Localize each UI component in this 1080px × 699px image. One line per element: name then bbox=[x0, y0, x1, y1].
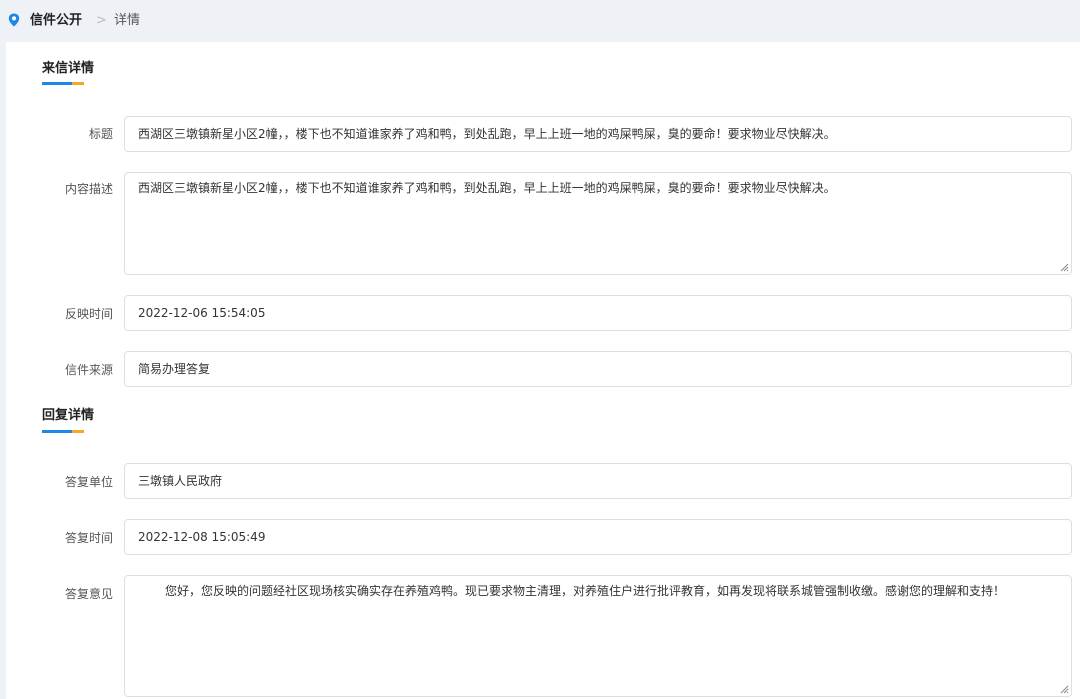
report-time-label: 反映时间 bbox=[64, 307, 113, 321]
breadcrumb: 信件公开 > 详情 bbox=[0, 0, 1080, 42]
section-underline-letter bbox=[42, 82, 84, 85]
reply-opinion-label: 答复意见 bbox=[64, 587, 113, 601]
title-field[interactable]: 西湖区三墩镇新星小区2幢，，楼下也不知道谁家养了鸡和鸭，到处乱跑，早上上班一地的… bbox=[124, 116, 1072, 152]
breadcrumb-current: 详情 bbox=[114, 13, 141, 28]
resize-handle-icon[interactable] bbox=[1059, 262, 1069, 272]
reply-unit-label: 答复单位 bbox=[64, 475, 113, 489]
section-underline-reply bbox=[42, 430, 84, 433]
breadcrumb-separator: > bbox=[96, 13, 107, 28]
title-label: 标题 bbox=[88, 127, 113, 141]
reply-opinion-text: 您好，您反映的问题经社区现场核实确实存在养殖鸡鸭。现已要求物主清理，对养殖住户进… bbox=[165, 584, 1006, 598]
source-label: 信件来源 bbox=[64, 363, 113, 377]
section-title-letter: 来信详情 bbox=[42, 61, 95, 76]
section-title-reply: 回复详情 bbox=[42, 408, 95, 423]
resize-handle-icon[interactable] bbox=[1059, 684, 1069, 694]
content-textarea[interactable]: 西湖区三墩镇新星小区2幢，，楼下也不知道谁家养了鸡和鸭，到处乱跑，早上上班一地的… bbox=[124, 172, 1072, 275]
location-pin-icon bbox=[8, 13, 20, 27]
reply-time-label: 答复时间 bbox=[64, 531, 113, 545]
breadcrumb-root-link[interactable]: 信件公开 bbox=[30, 12, 82, 30]
reply-unit-field[interactable]: 三墩镇人民政府 bbox=[124, 463, 1072, 499]
content-text: 西湖区三墩镇新星小区2幢，，楼下也不知道谁家养了鸡和鸭，到处乱跑，早上上班一地的… bbox=[138, 181, 836, 195]
reply-time-field[interactable]: 2022-12-08 15:05:49 bbox=[124, 519, 1072, 555]
report-time-field[interactable]: 2022-12-06 15:54:05 bbox=[124, 295, 1072, 331]
reply-opinion-textarea[interactable]: 您好，您反映的问题经社区现场核实确实存在养殖鸡鸭。现已要求物主清理，对养殖住户进… bbox=[124, 575, 1072, 697]
content-label: 内容描述 bbox=[64, 182, 113, 196]
source-field[interactable]: 简易办理答复 bbox=[124, 351, 1072, 387]
